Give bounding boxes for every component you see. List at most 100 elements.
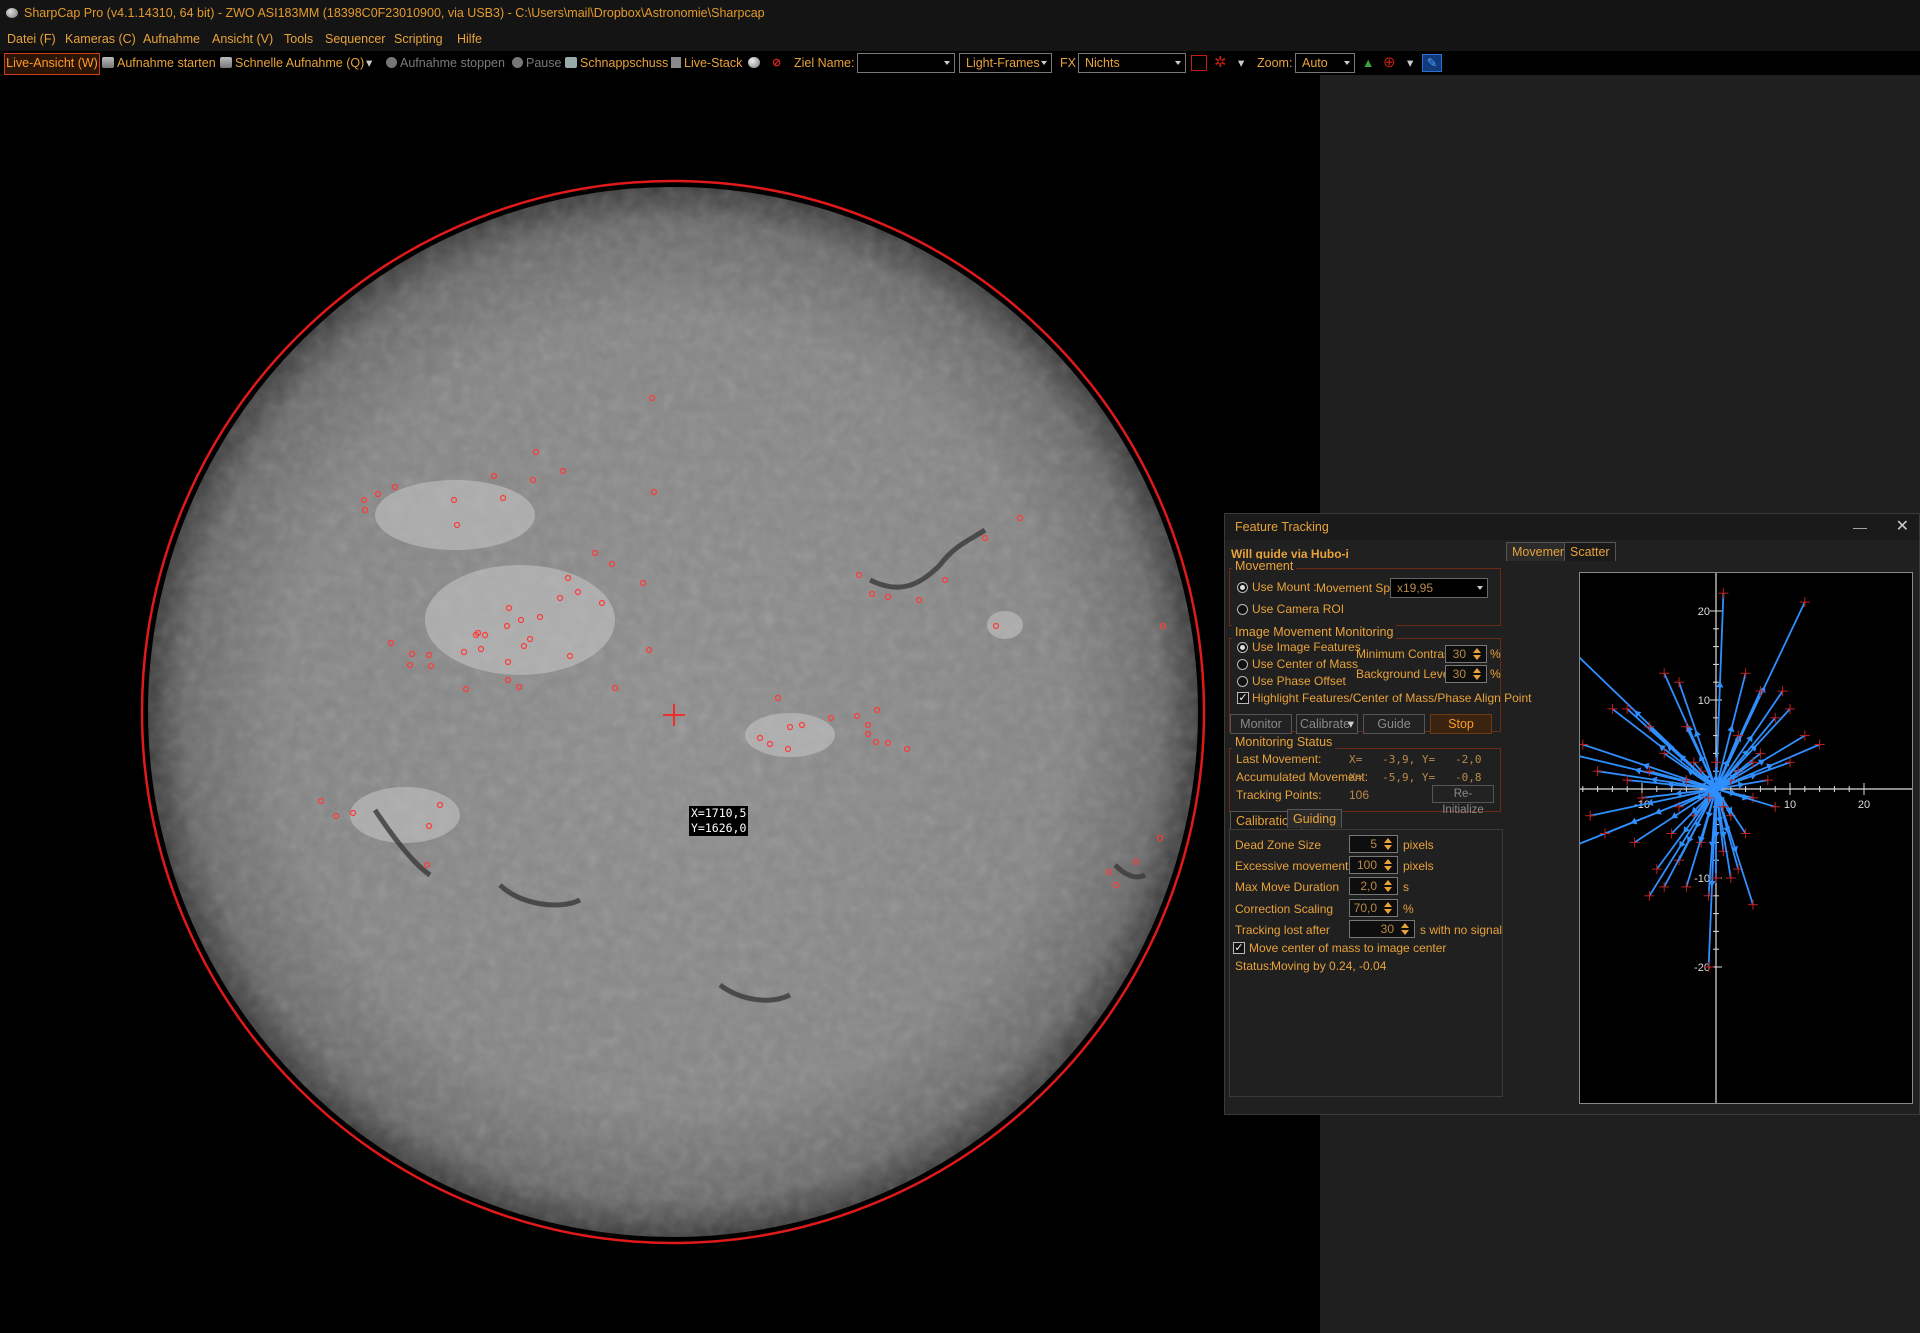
menu-file[interactable]: Datei (F) <box>7 27 56 51</box>
movement-speed-combo[interactable]: x19,95 <box>1390 578 1488 598</box>
move-center-checkbox[interactable]: ✓ <box>1233 942 1245 954</box>
background-level-value: 30 <box>1452 667 1466 681</box>
background-level-label: Background Level <box>1356 667 1453 681</box>
re-initialize-button[interactable]: Re-Initialize <box>1432 785 1494 816</box>
spin-arrows-icon[interactable] <box>1380 901 1396 915</box>
use-camera-roi-label: Use Camera ROI <box>1252 602 1345 616</box>
spin-arrows-icon[interactable] <box>1380 858 1396 872</box>
reticle-dropdown[interactable]: ▾ <box>1238 53 1244 73</box>
highlight-features-checkbox[interactable]: ✓ <box>1237 692 1249 704</box>
use-mount-radio[interactable] <box>1237 582 1248 593</box>
close-icon[interactable]: ✕ <box>1896 514 1909 540</box>
start-capture-button[interactable]: Aufnahme starten <box>102 53 216 73</box>
tracking-lost-unit: s with no signal <box>1420 923 1503 937</box>
stop-capture-button[interactable]: Aufnahme stoppen <box>386 53 505 73</box>
snapshot-button[interactable]: Schnappschuss <box>565 53 668 73</box>
zoom-combo[interactable]: Auto <box>1295 53 1355 73</box>
title-bar: SharpCap Pro (v4.1.14310, 64 bit) - ZWO … <box>0 0 1920 27</box>
stop-button[interactable]: Stop <box>1430 714 1492 734</box>
stop-icon <box>386 57 397 68</box>
camera-icon <box>220 57 232 68</box>
excessive-movement-spinner[interactable]: 100 <box>1349 856 1398 874</box>
record-indicator[interactable] <box>748 53 763 73</box>
target-name-combo[interactable] <box>857 53 955 73</box>
move-center-label: Move center of mass to image center <box>1249 941 1447 955</box>
movement-plot: -20-1010202010-10-20 <box>1555 572 1913 1104</box>
focus-icon[interactable]: ⊕ <box>1383 53 1396 73</box>
stop-capture-label: Aufnahme stoppen <box>400 56 505 70</box>
feature-tracking-icon[interactable]: ✎ <box>1422 54 1442 72</box>
menu-tools[interactable]: Tools <box>284 27 313 51</box>
chevron-down-icon[interactable]: ▾ <box>1348 715 1354 733</box>
use-mount-label: Use Mount : <box>1252 580 1317 594</box>
frame-type-value: Light-Frames <box>966 56 1040 70</box>
pause-button[interactable]: Pause <box>512 53 561 73</box>
correction-scaling-unit: % <box>1403 902 1414 916</box>
cursor-y: Y=1626,0 <box>691 821 747 835</box>
quick-capture-button[interactable]: Schnelle Aufnahme (Q) <box>220 53 364 73</box>
menu-help[interactable]: Hilfe <box>457 27 482 51</box>
max-move-duration-spinner[interactable]: 2,0 <box>1349 877 1398 895</box>
use-image-features-radio[interactable] <box>1237 642 1248 653</box>
spin-arrows-icon[interactable] <box>1380 837 1396 851</box>
tab-scatter[interactable]: Scatter <box>1564 542 1616 561</box>
tracking-points-label: Tracking Points: <box>1236 788 1322 802</box>
focus-dropdown[interactable]: ▾ <box>1407 53 1413 73</box>
vector-arrowhead <box>1708 841 1716 848</box>
quick-capture-dropdown[interactable]: ▾ <box>366 53 372 73</box>
use-phase-offset-label: Use Phase Offset <box>1252 674 1346 688</box>
last-movement-value: X= -3,9, Y= -2,0 <box>1349 753 1482 766</box>
spin-arrows-icon[interactable] <box>1469 667 1485 681</box>
menu-cameras[interactable]: Kameras (C) <box>65 27 136 51</box>
image-viewport[interactable]: X=1710,5 Y=1626,0 <box>0 75 1320 1333</box>
max-move-duration-label: Max Move Duration <box>1235 880 1340 894</box>
menu-scripting[interactable]: Scripting <box>394 27 443 51</box>
toolbar: Live-Ansicht (W) Aufnahme starten Schnel… <box>0 51 1920 75</box>
cursor-x: X=1710,5 <box>691 806 747 820</box>
pause-label: Pause <box>526 56 562 70</box>
minimum-contrast-label: Minimum Contrast <box>1356 647 1454 661</box>
use-phase-offset-radio[interactable] <box>1237 676 1248 687</box>
dead-zone-spinner[interactable]: 5 <box>1349 835 1398 853</box>
monitor-button[interactable]: Monitor <box>1230 714 1292 734</box>
minimize-icon[interactable]: — <box>1853 514 1867 540</box>
calibrate-button[interactable]: Calibrate ▾ <box>1296 714 1358 734</box>
max-move-duration-unit: s <box>1403 880 1409 894</box>
circle-icon <box>748 57 760 68</box>
spin-arrows-icon[interactable] <box>1469 647 1485 661</box>
menu-sequencer[interactable]: Sequencer <box>325 27 385 51</box>
fx-combo[interactable]: Nichts <box>1078 53 1186 73</box>
target-name-label: Ziel Name: <box>794 56 855 70</box>
tracking-lost-value: 30 <box>1380 922 1394 936</box>
use-center-of-mass-radio[interactable] <box>1237 659 1248 670</box>
reticle-icon[interactable]: ✲ <box>1214 53 1227 73</box>
vector-arrowhead <box>1634 767 1642 775</box>
menu-view[interactable]: Ansicht (V) <box>212 27 273 51</box>
movement-speed-value: x19,95 <box>1397 581 1434 595</box>
monitoring-status-title: Monitoring Status <box>1232 735 1336 749</box>
y-tick-label: -10 <box>1694 873 1710 885</box>
use-camera-roi-radio[interactable] <box>1237 604 1248 615</box>
spin-arrows-icon[interactable] <box>1380 879 1396 893</box>
menu-capture[interactable]: Aufnahme <box>143 27 200 51</box>
tab-guiding[interactable]: Guiding <box>1287 809 1343 828</box>
spin-arrows-icon[interactable] <box>1397 922 1413 936</box>
background-level-spinner[interactable]: 30 <box>1445 665 1487 683</box>
camera-icon <box>102 57 114 68</box>
live-stack-button[interactable]: Live-Stack <box>671 53 742 73</box>
roi-icon[interactable] <box>1191 55 1207 71</box>
correction-scaling-spinner[interactable]: 70,0 <box>1349 899 1398 917</box>
live-stack-icon <box>671 57 681 68</box>
live-view-button[interactable]: Live-Ansicht (W) <box>4 53 100 75</box>
frame-type-combo[interactable]: Light-Frames <box>959 53 1052 73</box>
excessive-movement-unit: pixels <box>1403 859 1434 873</box>
guide-button[interactable]: Guide <box>1363 714 1425 734</box>
chevron-down-icon: ▾ <box>366 56 373 70</box>
percent-label: % <box>1490 647 1501 661</box>
tracking-lost-spinner[interactable]: 30 <box>1349 920 1415 938</box>
y-tick-label: 10 <box>1698 695 1710 707</box>
histogram-icon[interactable]: ▲ <box>1362 53 1374 73</box>
feature-tracking-header[interactable]: Feature Tracking — ✕ <box>1225 514 1919 540</box>
minimum-contrast-spinner[interactable]: 30 <box>1445 645 1487 663</box>
quick-capture-label: Schnelle Aufnahme (Q) <box>235 56 365 70</box>
